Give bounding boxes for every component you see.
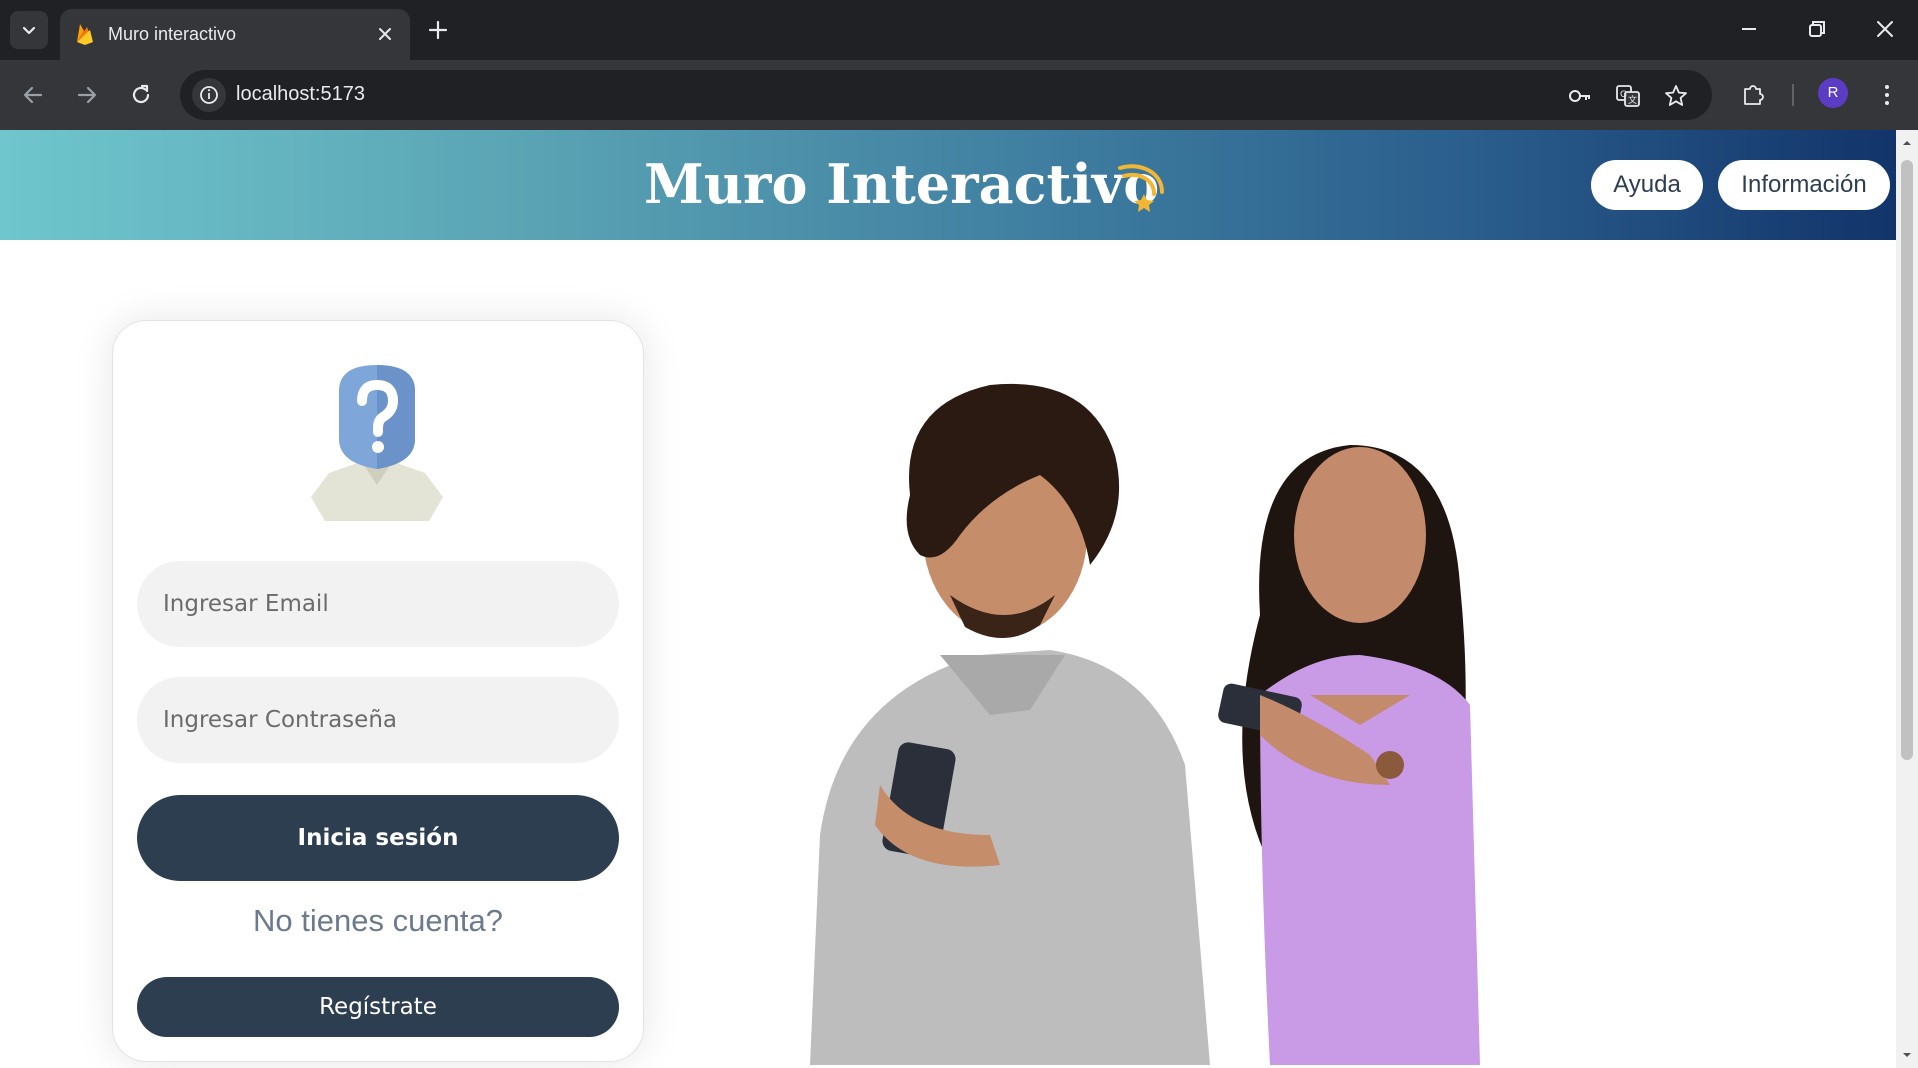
minimize-icon[interactable] bbox=[1734, 14, 1764, 44]
help-button[interactable]: Ayuda bbox=[1591, 160, 1703, 210]
comet-icon bbox=[1118, 164, 1164, 212]
tab-strip: Muro interactivo bbox=[0, 0, 1918, 60]
page-title: Muro Interactivo bbox=[644, 152, 1160, 216]
no-account-text: No tienes cuenta? bbox=[253, 903, 503, 938]
info-icon bbox=[200, 86, 218, 104]
unknown-user-icon bbox=[311, 365, 443, 521]
scroll-down-icon[interactable] bbox=[1900, 1048, 1914, 1062]
plus-icon[interactable] bbox=[424, 16, 452, 44]
restore-icon[interactable] bbox=[1802, 14, 1832, 44]
forward-icon[interactable] bbox=[72, 80, 102, 110]
close-icon[interactable] bbox=[374, 23, 396, 45]
profile-avatar[interactable]: R bbox=[1818, 78, 1848, 108]
svg-text:G: G bbox=[1620, 90, 1627, 100]
chevron-down-icon bbox=[22, 26, 36, 35]
address-bar[interactable]: localhost:5173 G 文 bbox=[180, 70, 1712, 120]
extensions-icon[interactable] bbox=[1738, 80, 1768, 110]
svg-text:文: 文 bbox=[1628, 94, 1637, 106]
man-figure bbox=[810, 383, 1210, 1065]
woman-figure bbox=[1218, 445, 1480, 1065]
scrollbar-thumb[interactable] bbox=[1901, 160, 1913, 760]
page-scrollbar[interactable] bbox=[1896, 130, 1918, 1068]
scroll-up-icon[interactable] bbox=[1900, 136, 1914, 150]
back-icon[interactable] bbox=[18, 80, 48, 110]
login-button[interactable]: Inicia sesión bbox=[137, 795, 619, 881]
info-button[interactable]: Información bbox=[1718, 160, 1890, 210]
toolbar-divider bbox=[1792, 84, 1794, 106]
browser-toolbar: localhost:5173 G 文 R bbox=[0, 60, 1918, 130]
email-field[interactable] bbox=[137, 561, 619, 647]
key-icon[interactable] bbox=[1566, 82, 1594, 110]
tab-title: Muro interactivo bbox=[108, 24, 237, 44]
page-viewport: Muro Interactivo Ayuda Información Inici… bbox=[0, 130, 1896, 1068]
translate-icon[interactable]: G 文 bbox=[1614, 82, 1642, 110]
reload-icon[interactable] bbox=[126, 80, 156, 110]
login-card: Inicia sesión No tienes cuenta? Regístra… bbox=[112, 320, 644, 1062]
firebase-icon bbox=[77, 24, 93, 45]
star-icon[interactable] bbox=[1662, 82, 1690, 110]
tab-search-button[interactable] bbox=[10, 11, 48, 49]
window-close-icon[interactable] bbox=[1870, 14, 1900, 44]
more-icon[interactable] bbox=[1872, 80, 1902, 110]
hero-illustration bbox=[810, 383, 1480, 1065]
register-button[interactable]: Regístrate bbox=[137, 977, 619, 1037]
password-field[interactable] bbox=[137, 677, 619, 763]
url-text: localhost:5173 bbox=[236, 83, 365, 105]
browser-tab[interactable]: Muro interactivo bbox=[60, 9, 410, 60]
site-header: Muro Interactivo Ayuda Información bbox=[0, 130, 1896, 240]
site-info-button[interactable] bbox=[192, 78, 226, 112]
